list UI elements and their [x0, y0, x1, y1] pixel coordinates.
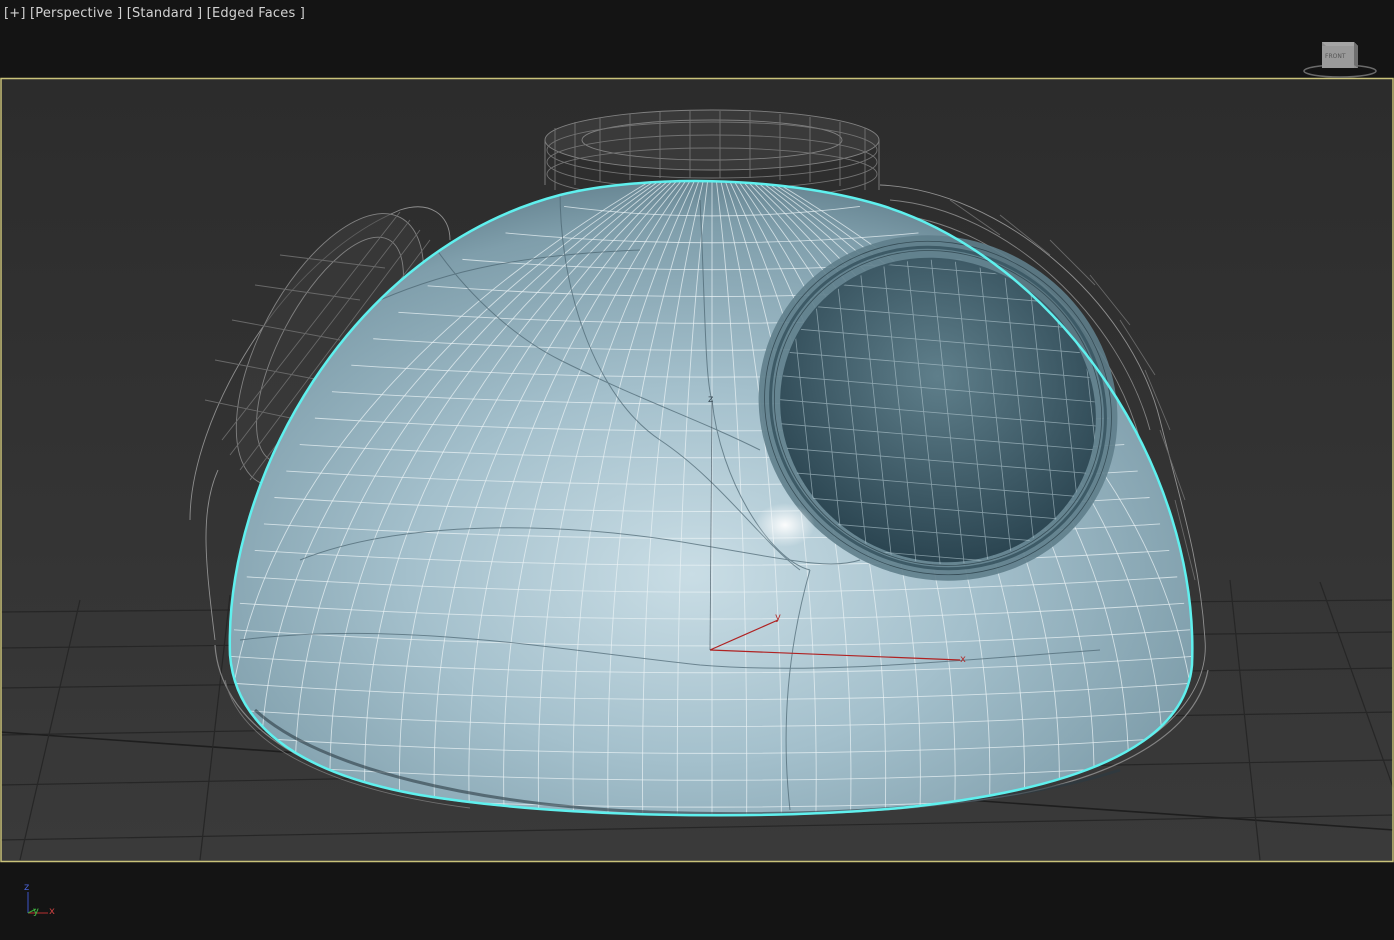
- world-x-label: x: [49, 906, 55, 917]
- viewport-view-menu[interactable]: [Perspective ]: [30, 6, 122, 21]
- world-y-label: y: [33, 906, 39, 917]
- viewport-shading-menu[interactable]: [Standard ]: [127, 6, 203, 21]
- gizmo-y-label: y: [775, 612, 781, 623]
- world-z-label: z: [24, 882, 29, 893]
- gizmo-z-label: z: [708, 394, 713, 405]
- viewport-plus-menu[interactable]: [+]: [4, 6, 26, 21]
- viewport-label-menu: [+] [Perspective ] [Standard ] [Edged Fa…: [4, 6, 305, 21]
- viewport-display-menu[interactable]: [Edged Faces ]: [207, 6, 305, 21]
- gizmo-x-label: x: [960, 654, 966, 665]
- viewcube-face-label: FRONT: [1325, 53, 1346, 60]
- perspective-viewport[interactable]: x y z z y x [+] [Perspective ] [Standard…: [0, 0, 1394, 940]
- viewcube[interactable]: FRONT: [1302, 38, 1378, 82]
- viewport-scene[interactable]: x y z z y x: [0, 0, 1394, 940]
